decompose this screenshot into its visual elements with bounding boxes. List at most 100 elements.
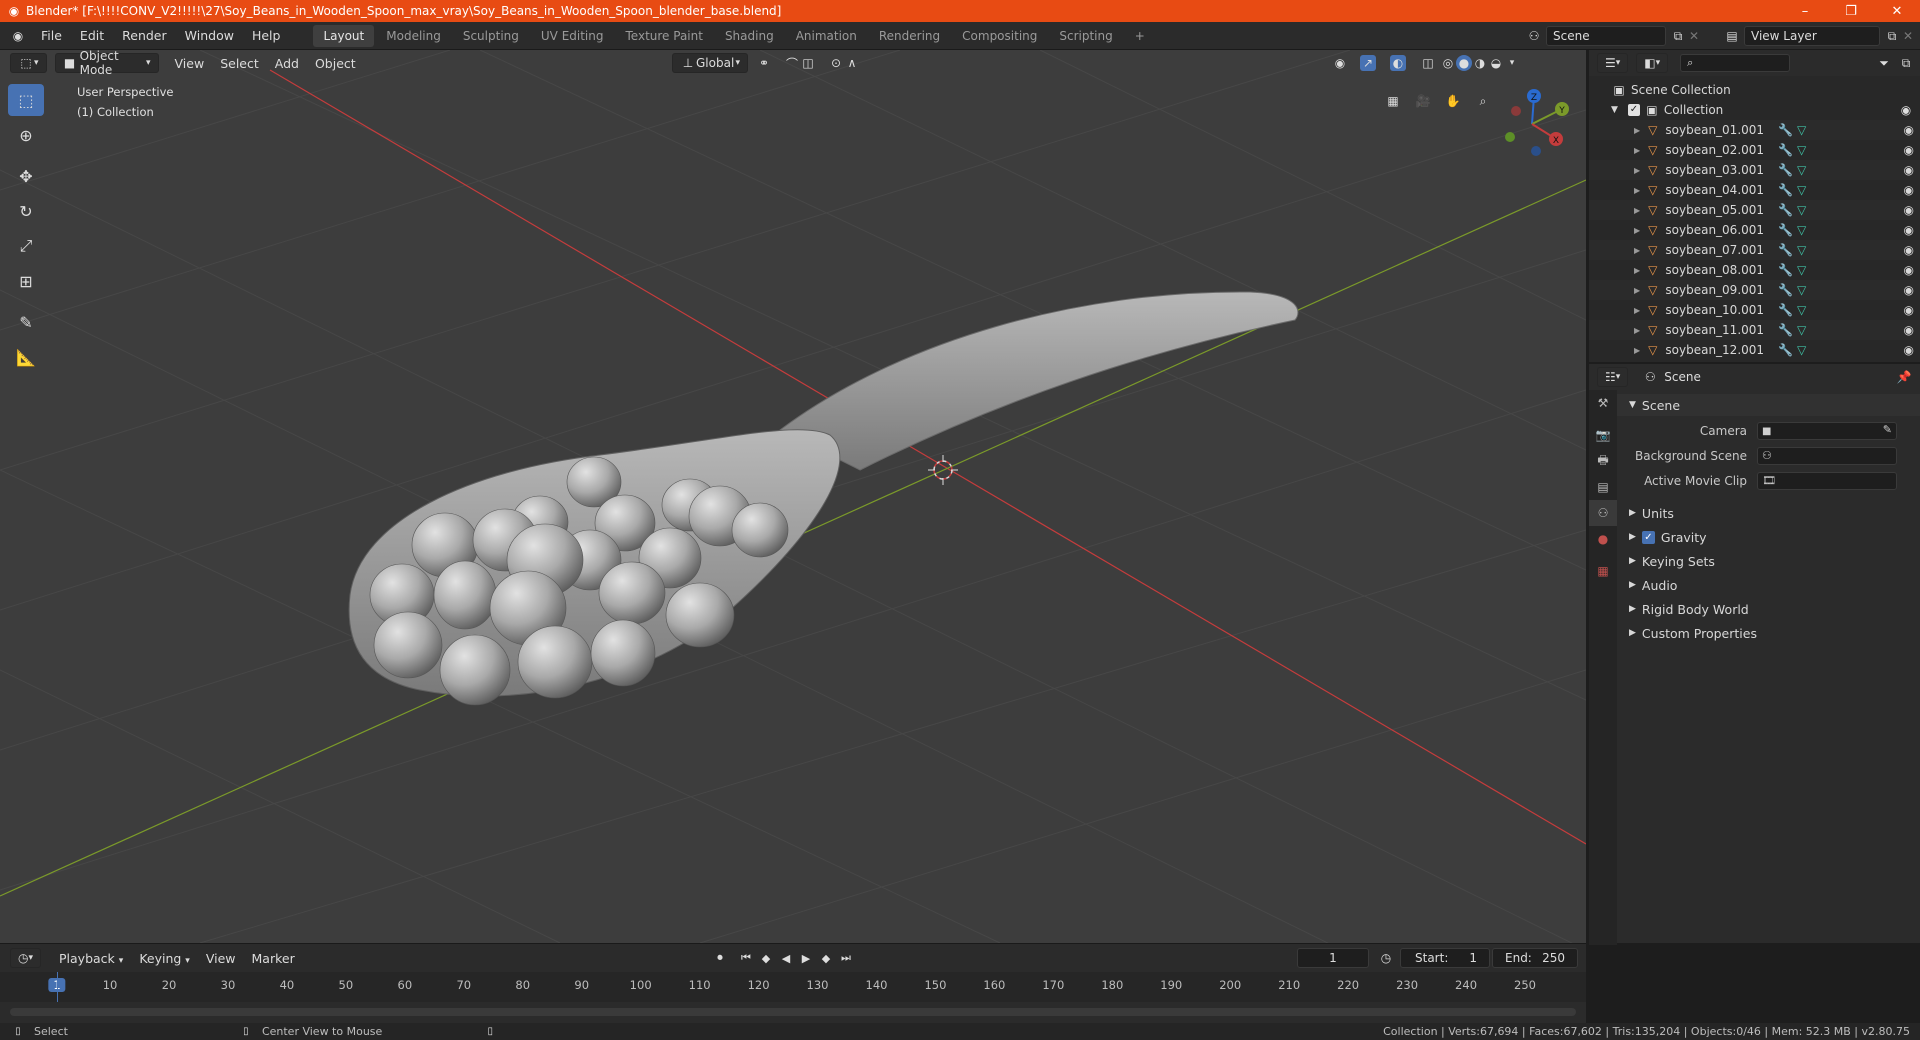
new-view-layer-icon[interactable]: ⧉	[1884, 28, 1900, 44]
expand-arrow-icon[interactable]: ▶	[1634, 166, 1640, 175]
modifier-wrench-icon[interactable]: 🔧	[1778, 143, 1793, 157]
modifier-wrench-icon[interactable]: 🔧	[1778, 123, 1793, 137]
modifier-wrench-icon[interactable]: 🔧	[1778, 163, 1793, 177]
modifier-wrench-icon[interactable]: 🔧	[1778, 183, 1793, 197]
mesh-data-icon[interactable]: ▽	[1797, 163, 1806, 177]
tab-rendering[interactable]: Rendering	[869, 25, 950, 47]
scale-tool[interactable]: ⤢	[8, 230, 44, 262]
modifier-wrench-icon[interactable]: 🔧	[1778, 203, 1793, 217]
expand-arrow-icon[interactable]: ▶	[1634, 126, 1640, 135]
menu-render[interactable]: Render	[113, 28, 176, 43]
outliner-object-row[interactable]: ▶ ▽ soybean_11.001 🔧 ▽ ◉	[1589, 320, 1920, 340]
scene-selector[interactable]: Scene	[1546, 26, 1666, 46]
expand-arrow-icon[interactable]: ▶	[1634, 246, 1640, 255]
scene-icon[interactable]: ⚇	[1526, 28, 1542, 44]
eye-icon[interactable]: ◉	[1904, 323, 1914, 337]
outliner-object-row[interactable]: ▶ ▽ soybean_12.001 🔧 ▽ ◉	[1589, 340, 1920, 360]
zoom-icon[interactable]: ⌕	[1472, 90, 1494, 112]
solid-shading-icon[interactable]: ●	[1456, 55, 1472, 71]
transform-orientation-dropdown[interactable]: ⊥ Global ▾	[672, 53, 748, 73]
jump-start-button[interactable]: ⏮	[736, 949, 756, 967]
tab-scene[interactable]: ⚇	[1589, 500, 1617, 526]
modifier-wrench-icon[interactable]: 🔧	[1778, 303, 1793, 317]
tab-tool[interactable]: ⚒	[1589, 390, 1617, 416]
eye-icon[interactable]: ◉	[1904, 163, 1914, 177]
eye-icon[interactable]: ◉	[1904, 343, 1914, 357]
remove-view-layer-icon[interactable]: ✕	[1900, 28, 1916, 44]
mesh-data-icon[interactable]: ▽	[1797, 123, 1806, 137]
menu-window[interactable]: Window	[176, 28, 243, 43]
eye-icon[interactable]: ◉	[1904, 303, 1914, 317]
record-button[interactable]: ⏺	[710, 949, 730, 967]
tab-animation[interactable]: Animation	[786, 25, 867, 47]
next-keyframe-button[interactable]: ◆	[816, 949, 836, 967]
expand-arrow-icon[interactable]: ▶	[1634, 286, 1640, 295]
annotate-tool[interactable]: ✎	[8, 306, 44, 338]
eye-icon[interactable]: ◉	[1904, 123, 1914, 137]
tab-texture[interactable]: ▦	[1589, 558, 1617, 584]
scene-collection-row[interactable]: ▣ Scene Collection	[1589, 80, 1920, 100]
timeline-menu-view[interactable]: View	[198, 951, 244, 966]
keying-sets-panel-header[interactable]: ▶ Keying Sets	[1617, 550, 1920, 572]
visibility-icon[interactable]: ◉	[1332, 55, 1348, 71]
audio-panel-header[interactable]: ▶ Audio	[1617, 574, 1920, 596]
eye-icon[interactable]: ◉	[1898, 102, 1914, 118]
modifier-wrench-icon[interactable]: 🔧	[1778, 343, 1793, 357]
xray-icon[interactable]: ◫	[1420, 55, 1436, 71]
timeline-ruler[interactable]: 1102030405060708090100110120130140150160…	[0, 972, 1586, 1002]
chevron-down-icon[interactable]: ▾	[1504, 55, 1520, 71]
eye-icon[interactable]: ◉	[1904, 143, 1914, 157]
outliner-object-row[interactable]: ▶ ▽ soybean_05.001 🔧 ▽ ◉	[1589, 200, 1920, 220]
outliner-search-input[interactable]: ⌕	[1680, 54, 1791, 72]
mesh-data-icon[interactable]: ▽	[1797, 283, 1806, 297]
expand-arrow-icon[interactable]: ▶	[1634, 266, 1640, 275]
collection-checkbox[interactable]: ✓	[1627, 104, 1640, 116]
rigid-body-world-panel-header[interactable]: ▶ Rigid Body World	[1617, 598, 1920, 620]
wireframe-shading-icon[interactable]: ◎	[1440, 55, 1456, 71]
gravity-checkbox[interactable]: ✓	[1641, 530, 1655, 544]
viewport-menu-object[interactable]: Object	[307, 56, 364, 71]
menu-edit[interactable]: Edit	[71, 28, 113, 43]
mesh-data-icon[interactable]: ▽	[1797, 263, 1806, 277]
mesh-data-icon[interactable]: ▽	[1797, 223, 1806, 237]
outliner-object-row[interactable]: ▶ ▽ soybean_07.001 🔧 ▽ ◉	[1589, 240, 1920, 260]
eyedropper-icon[interactable]: ✎	[1883, 423, 1892, 436]
eye-icon[interactable]: ◉	[1904, 243, 1914, 257]
expand-arrow-icon[interactable]: ▶	[1634, 146, 1640, 155]
rendered-shading-icon[interactable]: ◒	[1488, 55, 1504, 71]
viewport-menu-select[interactable]: Select	[212, 56, 267, 71]
select-box-tool[interactable]: ⬚	[8, 84, 44, 116]
outliner-object-row[interactable]: ▶ ▽ soybean_09.001 🔧 ▽ ◉	[1589, 280, 1920, 300]
expand-arrow-icon[interactable]: ▶	[1634, 226, 1640, 235]
tab-sculpting[interactable]: Sculpting	[453, 25, 529, 47]
eye-icon[interactable]: ◉	[1904, 263, 1914, 277]
mesh-data-icon[interactable]: ▽	[1797, 203, 1806, 217]
tab-layout[interactable]: Layout	[313, 24, 375, 47]
jump-end-button[interactable]: ⏭	[836, 949, 856, 967]
active-movie-clip-field[interactable]: 🎞	[1757, 472, 1897, 490]
start-frame-field[interactable]: Start: 1	[1400, 948, 1490, 968]
outliner-object-row[interactable]: ▶ ▽ soybean_01.001 🔧 ▽ ◉	[1589, 120, 1920, 140]
object-mode-dropdown[interactable]: ■ Object Mode ▾	[54, 50, 159, 77]
grid-view-icon[interactable]: ▦	[1382, 90, 1404, 112]
expand-arrow-icon[interactable]: ▶	[1634, 326, 1640, 335]
tab-render[interactable]: 📷	[1589, 422, 1617, 448]
close-button[interactable]: ✕	[1874, 0, 1920, 22]
cursor-tool[interactable]: ⊕	[8, 119, 44, 151]
maximize-button[interactable]: ❐	[1828, 0, 1874, 22]
camera-field[interactable]: ■ ✎	[1757, 422, 1897, 440]
navigation-gizmo[interactable]: Z Y X	[1492, 84, 1572, 164]
filter-icon[interactable]: ⏷	[1876, 55, 1892, 71]
tab-modeling[interactable]: Modeling	[376, 25, 451, 47]
expand-arrow-icon[interactable]: ▶	[1634, 186, 1640, 195]
display-mode-dropdown[interactable]: ◧ ▾	[1636, 53, 1669, 73]
gravity-panel-header[interactable]: ▶ ✓ Gravity	[1617, 526, 1920, 548]
background-scene-field[interactable]: ⚇	[1757, 447, 1897, 465]
minimize-button[interactable]: –	[1782, 0, 1828, 22]
view-layer-selector[interactable]: View Layer	[1744, 26, 1880, 46]
proportional-edit-icon[interactable]: ⊙	[828, 55, 844, 71]
modifier-wrench-icon[interactable]: 🔧	[1778, 323, 1793, 337]
timeline-menu-playback[interactable]: Playback ▾	[51, 951, 131, 966]
play-reverse-button[interactable]: ◀	[776, 949, 796, 967]
mesh-data-icon[interactable]: ▽	[1797, 343, 1806, 357]
